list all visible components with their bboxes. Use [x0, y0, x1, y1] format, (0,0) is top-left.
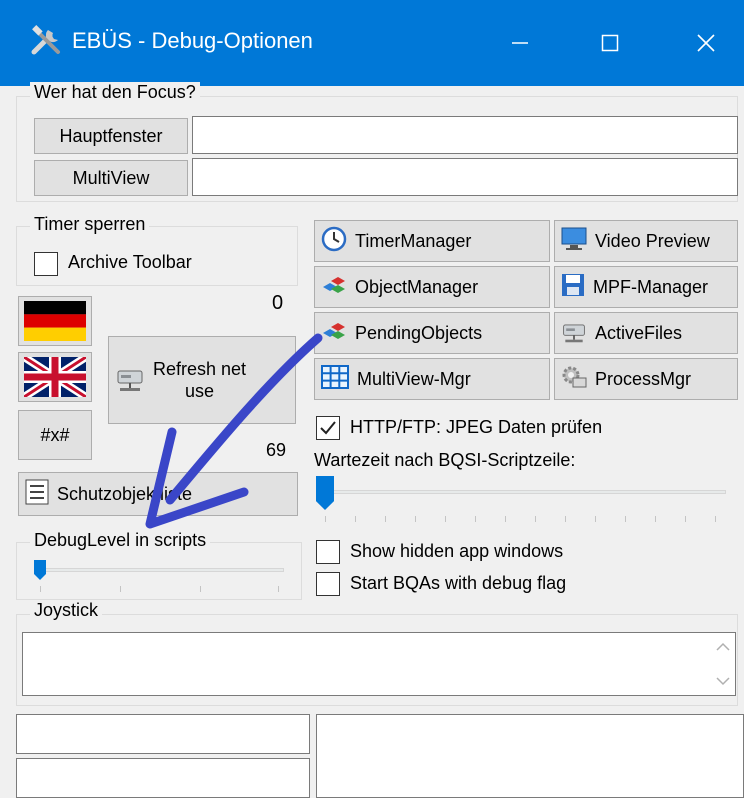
annotation-arrow: [145, 333, 323, 529]
